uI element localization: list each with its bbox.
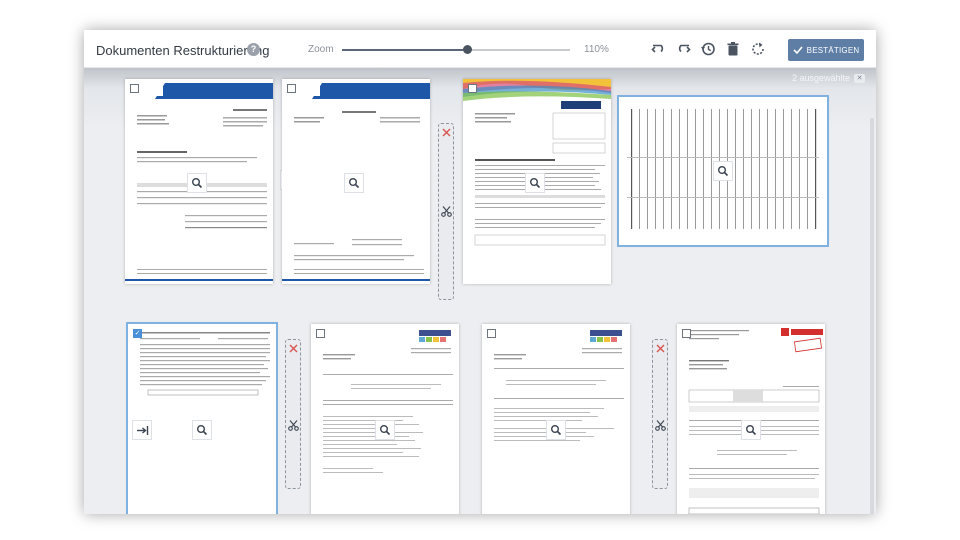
page-title: Dokumenten Restrukturierung: [96, 43, 270, 58]
page-zoom-button[interactable]: [187, 173, 207, 193]
page-zoom-button[interactable]: [192, 420, 212, 440]
zoom-slider[interactable]: [342, 45, 570, 54]
page-thumbnail: [494, 330, 624, 441]
page-thumbnail: [140, 332, 270, 396]
scissors-icon: [655, 420, 666, 431]
document-page[interactable]: [482, 324, 630, 514]
selection-count: 2 ausgewählte: [792, 73, 851, 83]
document-page[interactable]: [677, 324, 825, 514]
page-zoom-button[interactable]: [546, 420, 566, 440]
page-checkbox[interactable]: [682, 329, 691, 338]
vertical-scrollbar[interactable]: [870, 118, 874, 514]
magnifier-icon: [192, 178, 203, 189]
zoom-slider-thumb[interactable]: [463, 45, 473, 54]
page-thumbnail: [323, 330, 453, 473]
redo-icon[interactable]: [675, 41, 691, 57]
arrow-to-line-icon: [137, 426, 149, 435]
zoom-slider-fill: [342, 49, 468, 51]
document-page[interactable]: [125, 79, 273, 284]
scissors-icon: [288, 420, 299, 431]
remove-split-icon[interactable]: [442, 128, 451, 137]
page-checkbox[interactable]: [487, 329, 496, 338]
document-page[interactable]: [463, 79, 611, 284]
page-checkbox[interactable]: [316, 329, 325, 338]
zoom-value: 110%: [584, 44, 609, 55]
remove-split-icon[interactable]: [289, 344, 298, 353]
magnifier-icon: [746, 425, 757, 436]
page-checkbox[interactable]: [130, 84, 139, 93]
page-checkbox-checked[interactable]: ✓: [133, 329, 142, 338]
document-page-selected[interactable]: ✓: [126, 322, 278, 514]
magnifier-icon: [197, 425, 208, 436]
undo-icon[interactable]: [651, 41, 667, 57]
zoom-label: Zoom: [308, 44, 334, 55]
document-page[interactable]: [311, 324, 459, 514]
page-zoom-button[interactable]: [741, 420, 761, 440]
split-marker[interactable]: [438, 123, 454, 300]
magnifier-icon: [380, 425, 391, 436]
page-checkbox[interactable]: [468, 84, 477, 93]
app-window: Dokumenten Restrukturierung ? Zoom 110% …: [84, 30, 876, 514]
page-zoom-button[interactable]: [713, 161, 733, 181]
page-zoom-button[interactable]: [525, 173, 545, 193]
check-icon: [793, 46, 803, 55]
document-page-selected[interactable]: ✓: [617, 95, 829, 247]
remove-split-icon[interactable]: [656, 344, 665, 353]
scissors-icon: [441, 206, 452, 217]
confirm-button[interactable]: BESTÄTIGEN: [788, 39, 864, 61]
split-marker[interactable]: [652, 339, 668, 489]
page-zoom-button[interactable]: [375, 420, 395, 440]
history-icon[interactable]: [700, 41, 716, 57]
rotate-icon[interactable]: [750, 41, 766, 57]
page-checkbox[interactable]: [287, 84, 296, 93]
clear-selection-icon[interactable]: ✕: [854, 74, 865, 83]
split-marker[interactable]: [285, 339, 301, 489]
confirm-label: BESTÄTIGEN: [806, 45, 860, 55]
magnifier-icon: [551, 425, 562, 436]
toolbar: Dokumenten Restrukturierung ? Zoom 110% …: [84, 30, 876, 68]
help-icon[interactable]: ?: [247, 43, 260, 56]
page-zoom-button[interactable]: [344, 173, 364, 193]
merge-pages-button[interactable]: [132, 420, 152, 440]
document-page[interactable]: [282, 79, 430, 284]
trash-icon[interactable]: [725, 41, 741, 57]
magnifier-icon: [530, 178, 541, 189]
magnifier-icon: [718, 166, 729, 177]
magnifier-icon: [349, 178, 360, 189]
page-thumbnail: [688, 328, 823, 514]
page-canvas: ✓ ✓: [84, 68, 876, 514]
